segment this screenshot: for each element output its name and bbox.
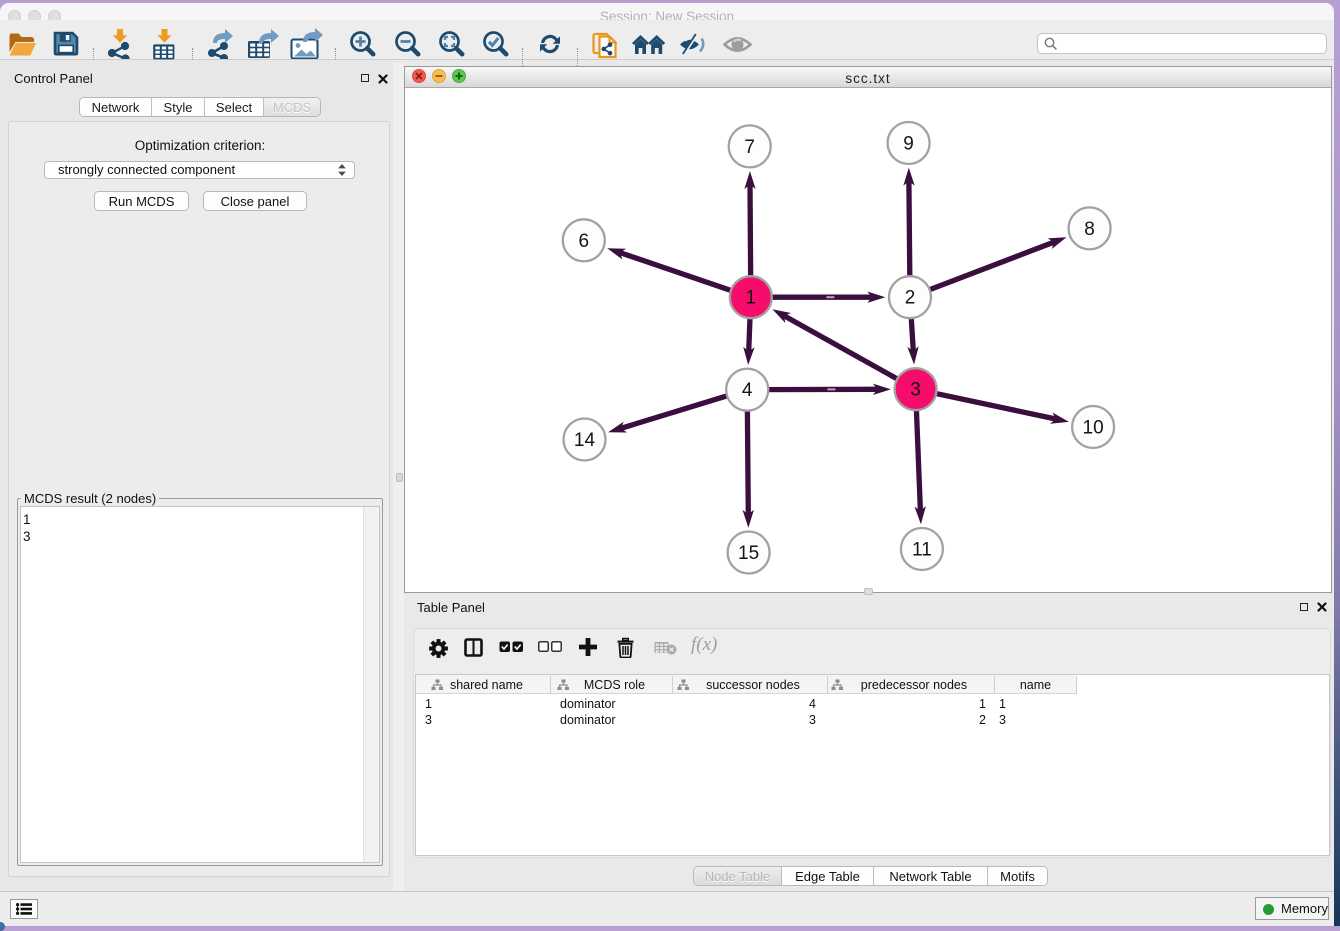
svg-text:8: 8 <box>1084 219 1095 240</box>
svg-text:11: 11 <box>912 540 932 561</box>
svg-text:1: 1 <box>746 288 757 309</box>
svg-text:15: 15 <box>738 543 759 564</box>
svg-text:4: 4 <box>742 380 753 401</box>
svg-text:10: 10 <box>1083 418 1104 439</box>
svg-text:6: 6 <box>579 231 590 252</box>
svg-text:7: 7 <box>744 137 755 158</box>
svg-text:14: 14 <box>574 430 596 451</box>
svg-text:9: 9 <box>903 134 914 155</box>
svg-text:2: 2 <box>905 288 916 309</box>
svg-text:3: 3 <box>910 380 921 401</box>
